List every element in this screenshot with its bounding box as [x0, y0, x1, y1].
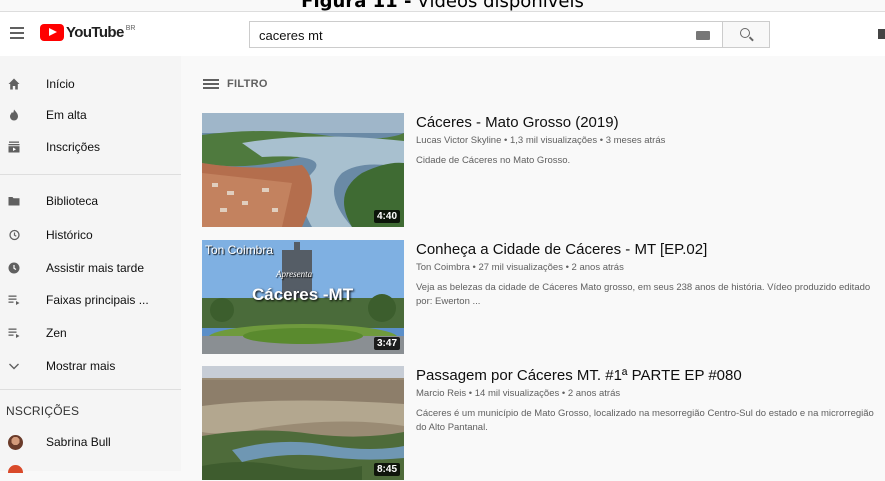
logo-region: BR	[125, 25, 136, 32]
search-icon	[740, 28, 750, 38]
sidebar-item-label: Zen	[46, 326, 67, 340]
video-result[interactable]: 4:40 Cáceres - Mato Grosso (2019) Lucas …	[202, 113, 882, 228]
sidebar-divider	[0, 174, 181, 175]
sidebar-item-inicio[interactable]: Início	[0, 69, 181, 99]
sidebar-item-label: Assistir mais tarde	[46, 261, 145, 275]
history-icon	[9, 229, 20, 241]
sidebar-item-mostrar-mais[interactable]: Mostrar mais	[0, 351, 181, 381]
chevron-down-icon	[9, 363, 19, 370]
subscriptions-icon	[8, 141, 20, 153]
sidebar-item-biblioteca[interactable]: Biblioteca	[0, 186, 181, 216]
sidebar-subscription-sabrina-bull[interactable]: Sabrina Bull	[0, 427, 181, 457]
sidebar-item-em-alta[interactable]: Em alta	[0, 100, 181, 130]
sidebar-item-label: Início	[46, 77, 75, 91]
subscription-label: Sabrina Bull	[46, 435, 111, 449]
clock-icon	[8, 262, 20, 274]
sidebar-item-label: Em alta	[46, 108, 87, 122]
sidebar-item-label: Inscrições	[46, 140, 101, 154]
video-title[interactable]: Passagem por Cáceres MT. #1ª PARTE EP #0…	[416, 367, 742, 384]
sidebar-item-assistir-mais-tarde[interactable]: Assistir mais tarde	[0, 253, 181, 283]
video-result[interactable]: 8:45 Passagem por Cáceres MT. #1ª PARTE …	[202, 366, 882, 481]
keyboard-icon[interactable]	[696, 31, 710, 40]
avatar[interactable]	[8, 465, 23, 473]
filter-icon	[203, 78, 219, 90]
video-title[interactable]: Conheça a Cidade de Cáceres - MT [EP.02]	[416, 241, 707, 258]
search-results: FILTRO 4:40 Cáceres - Mato Grosso (2019)…	[181, 56, 885, 480]
video-meta[interactable]: Lucas Victor Skyline • 1,3 mil visualiza…	[416, 135, 665, 146]
folder-icon	[8, 197, 20, 206]
thumbnail-text: Apresenta	[276, 269, 313, 279]
search-button[interactable]	[723, 21, 770, 48]
sidebar-item-faixas-principais[interactable]: Faixas principais ...	[0, 285, 181, 315]
search-input[interactable]: caceres mt	[249, 21, 723, 48]
flame-icon	[10, 109, 18, 121]
filter-button[interactable]: FILTRO	[203, 78, 268, 90]
video-duration: 3:47	[373, 337, 400, 350]
thumbnail-text: Ton Coimbra	[205, 243, 274, 257]
video-duration: 4:40	[373, 210, 400, 223]
sidebar: Início Em alta Inscrições Biblioteca His…	[0, 56, 181, 473]
sidebar-item-label: Mostrar mais	[46, 359, 116, 373]
subscriptions-section-title: NSCRIÇÕES	[6, 404, 80, 418]
sidebar-divider	[0, 389, 181, 390]
avatar	[8, 434, 23, 450]
play-logo-icon	[40, 24, 64, 41]
video-meta[interactable]: Ton Coimbra • 27 mil visualizações • 2 a…	[416, 262, 624, 273]
video-description: Cáceres é um município de Mato Grosso, l…	[416, 408, 874, 433]
video-result[interactable]: Ton Coimbra Apresenta Cáceres -MT 3:47 C…	[202, 240, 882, 355]
home-icon	[8, 78, 20, 90]
playlist-icon	[8, 328, 20, 338]
video-description: Veja as belezas da cidade de Cáceres Mat…	[416, 282, 871, 307]
video-thumbnail[interactable]: Ton Coimbra Apresenta Cáceres -MT 3:47	[202, 240, 404, 354]
video-meta[interactable]: Marcio Reis • 14 mil visualizações • 2 a…	[416, 388, 620, 399]
sidebar-item-inscricoes[interactable]: Inscrições	[0, 132, 181, 162]
playlist-icon	[8, 295, 20, 305]
create-icon[interactable]	[878, 29, 885, 39]
sidebar-item-label: Biblioteca	[46, 194, 99, 208]
top-bar: YouTube BR caceres mt	[0, 11, 885, 56]
video-title[interactable]: Cáceres - Mato Grosso (2019)	[416, 114, 619, 131]
sidebar-item-historico[interactable]: Histórico	[0, 220, 181, 250]
filter-label: FILTRO	[227, 78, 268, 90]
thumbnail-text: Cáceres -MT	[252, 285, 354, 304]
logo-text: YouTube	[66, 24, 124, 41]
sidebar-item-zen[interactable]: Zen	[0, 318, 181, 348]
video-thumbnail[interactable]: 4:40	[202, 113, 404, 227]
menu-icon[interactable]	[10, 27, 24, 39]
sidebar-item-label: Faixas principais ...	[46, 293, 149, 307]
video-thumbnail[interactable]: 8:45	[202, 366, 404, 480]
video-duration: 8:45	[373, 463, 400, 476]
youtube-logo[interactable]: YouTube BR	[40, 24, 135, 41]
sidebar-item-label: Histórico	[46, 228, 93, 242]
search-query[interactable]: caceres mt	[259, 28, 323, 43]
video-description: Cidade de Cáceres no Mato Grosso.	[416, 155, 571, 166]
